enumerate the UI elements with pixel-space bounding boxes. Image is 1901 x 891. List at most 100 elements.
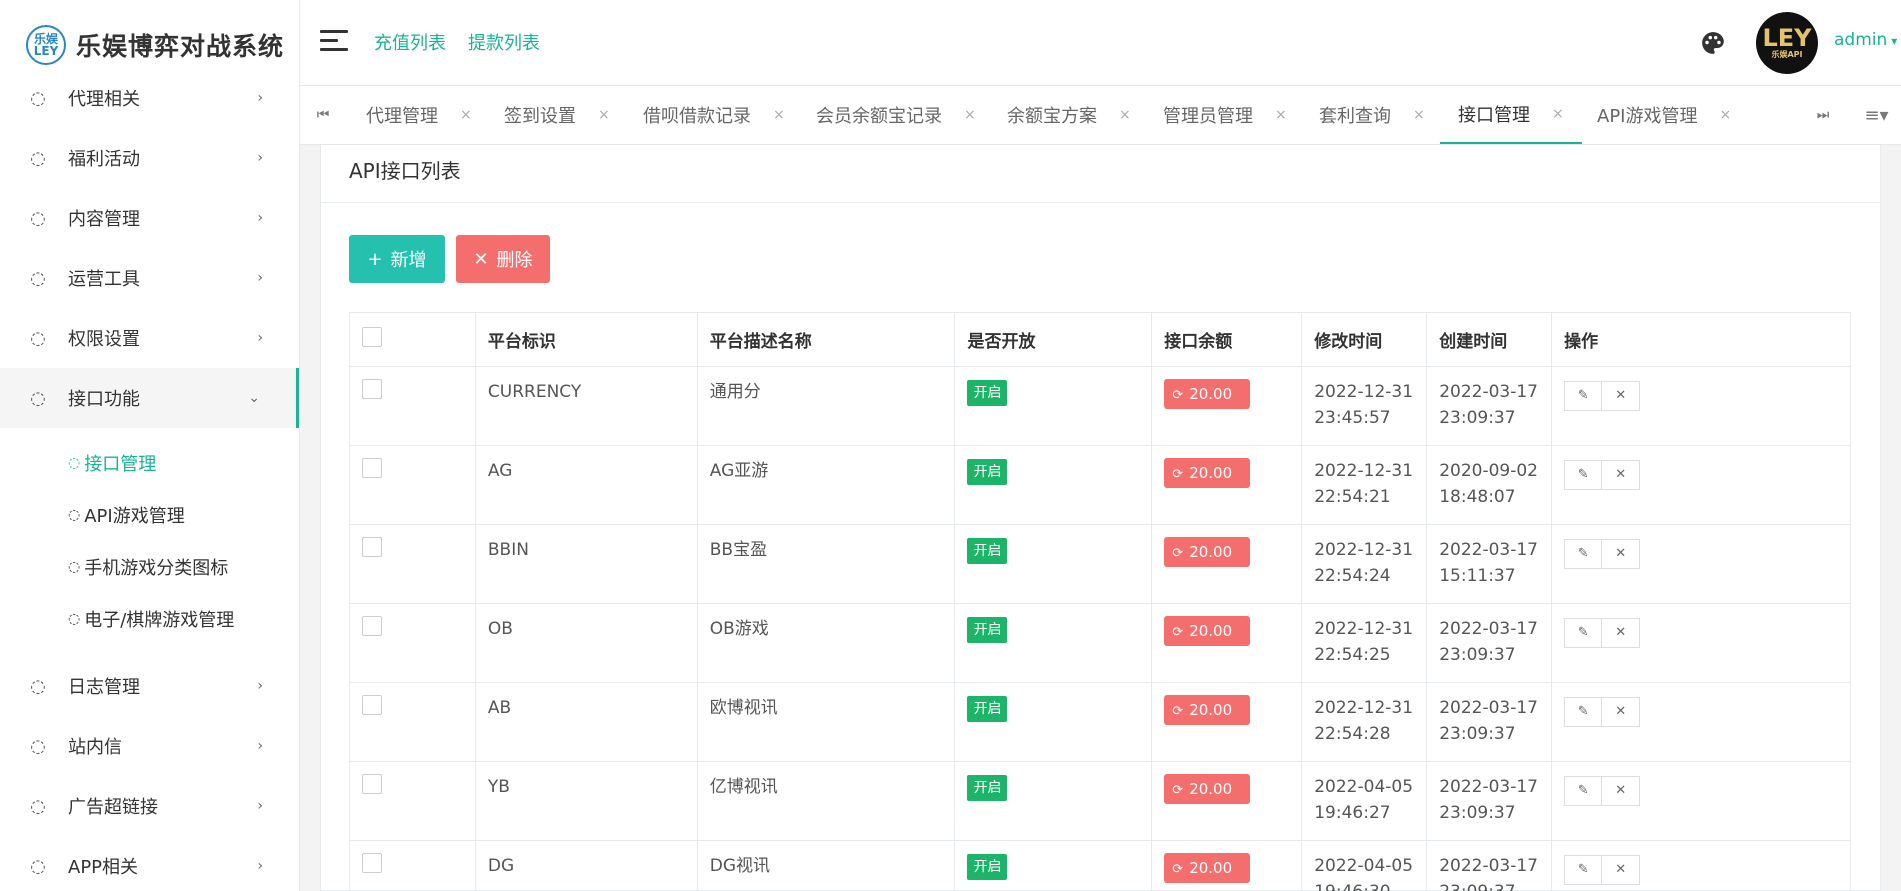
sidebar-item-content[interactable]: ◌ 内容管理 › <box>0 188 299 248</box>
brand[interactable]: 乐娱 LEY 乐娱博弈对战系统 <box>0 0 299 90</box>
sidebar-item-ops[interactable]: ◌ 运营工具 › <box>0 248 299 308</box>
sidebar-item-ad-links[interactable]: ◌ 广告超链接 › <box>0 776 299 836</box>
refresh-icon: ⟳ <box>1172 862 1184 877</box>
tab-signin-settings[interactable]: 签到设置 × <box>486 86 628 144</box>
tabs-menu-icon[interactable]: ≡▾ <box>1852 86 1901 144</box>
status-badge[interactable]: 开启 <box>967 696 1008 722</box>
close-icon[interactable]: ✕ <box>1602 381 1641 411</box>
tab-agent-management[interactable]: 代理管理 × <box>348 86 490 144</box>
sidebar-item-label: 权限设置 <box>68 329 140 350</box>
tab-admin-management[interactable]: 管理员管理 × <box>1145 86 1305 144</box>
close-icon[interactable]: ✕ <box>1602 776 1641 806</box>
close-icon[interactable]: × <box>598 107 610 123</box>
pencil-icon[interactable]: ✎ <box>1564 776 1603 806</box>
sidebar-subitem-api-management[interactable]: ◌ 接口管理 <box>0 437 299 489</box>
panel-title: API接口列表 <box>349 159 461 183</box>
close-icon[interactable]: × <box>773 107 785 123</box>
row-checkbox[interactable] <box>362 379 382 399</box>
delete-button[interactable]: ✕ 删除 <box>456 235 550 283</box>
select-all-checkbox[interactable] <box>362 327 382 347</box>
sidebar-item-logs[interactable]: ◌ 日志管理 › <box>0 656 299 716</box>
pencil-icon[interactable]: ✎ <box>1564 381 1603 411</box>
close-icon[interactable]: ✕ <box>1602 618 1641 648</box>
balance-button[interactable]: ⟳ 20.00 <box>1164 537 1251 567</box>
sidebar-item-welfare[interactable]: ◌ 福利活动 › <box>0 128 299 188</box>
sidebar-item-label: 广告超链接 <box>68 797 158 818</box>
modified-time-text: 22:54:21 <box>1314 487 1391 507</box>
balance-button[interactable]: ⟳ 20.00 <box>1164 616 1251 646</box>
close-icon[interactable]: ✕ <box>1602 539 1641 569</box>
row-checkbox[interactable] <box>362 458 382 478</box>
tab-balance-plans[interactable]: 余额宝方案 × <box>989 86 1149 144</box>
created-date-text: 2020-09-02 <box>1439 461 1538 481</box>
row-checkbox[interactable] <box>362 774 382 794</box>
close-icon[interactable]: ✕ <box>1602 460 1641 490</box>
column-header[interactable]: 平台描述名称 <box>696 312 956 367</box>
sidebar-item-label: 接口功能 <box>68 389 140 410</box>
pencil-icon[interactable]: ✎ <box>1564 618 1603 648</box>
sidebar: 乐娱 LEY 乐娱博弈对战系统 ◌ 代理相关 › ◌ 福利活动 › ◌ 内容管理… <box>0 0 300 891</box>
created-date-text: 2022-03-17 <box>1439 856 1538 876</box>
select-all-cell <box>349 312 476 367</box>
status-badge[interactable]: 开启 <box>967 617 1008 643</box>
close-icon[interactable]: × <box>964 107 976 123</box>
tab-api-management[interactable]: 接口管理 × <box>1440 86 1582 144</box>
status-badge[interactable]: 开启 <box>967 380 1008 406</box>
withdraw-list-link[interactable]: 提款列表 <box>468 29 540 55</box>
close-icon[interactable]: × <box>1275 107 1287 123</box>
pencil-icon[interactable]: ✎ <box>1564 855 1603 885</box>
created-time: 2022-03-17 23:09:37 <box>1426 603 1553 683</box>
tab-member-balance-records[interactable]: 会员余额宝记录 × <box>798 86 994 144</box>
add-button[interactable]: + 新增 <box>349 235 445 283</box>
column-header[interactable]: 平台标识 <box>474 312 698 367</box>
close-icon[interactable]: ✕ <box>1602 697 1641 727</box>
user-menu[interactable]: admin ▾ <box>1834 30 1897 50</box>
sidebar-item-permissions[interactable]: ◌ 权限设置 › <box>0 308 299 368</box>
tab-api-games[interactable]: API游戏管理 × <box>1579 86 1749 144</box>
sidebar-item-app[interactable]: ◌ APP相关 › <box>0 836 299 891</box>
close-icon[interactable]: × <box>1552 106 1564 122</box>
tabs-scroll-left-icon[interactable]: ⏮ <box>300 86 346 144</box>
balance-button[interactable]: ⟳ 20.00 <box>1164 853 1251 883</box>
sidebar-subitem-mobile-icons[interactable]: ◌ 手机游戏分类图标 <box>0 541 299 593</box>
balance-button[interactable]: ⟳ 20.00 <box>1164 379 1251 409</box>
balance-button[interactable]: ⟳ 20.00 <box>1164 774 1251 804</box>
row-checkbox[interactable] <box>362 695 382 715</box>
status-badge[interactable]: 开启 <box>967 775 1008 801</box>
column-header[interactable]: 接口余额 <box>1151 312 1303 367</box>
modified-time: 2022-12-31 22:54:28 <box>1301 682 1428 762</box>
close-icon[interactable]: ✕ <box>1602 855 1641 885</box>
row-checkbox[interactable] <box>362 537 382 557</box>
sidebar-item-messages[interactable]: ◌ 站内信 › <box>0 716 299 776</box>
sidebar-subitem-api-games[interactable]: ◌ API游戏管理 <box>0 489 299 541</box>
close-icon[interactable]: × <box>1719 107 1731 123</box>
avatar[interactable]: LEY 乐娱API <box>1756 12 1818 74</box>
pencil-icon[interactable]: ✎ <box>1564 697 1603 727</box>
column-header[interactable]: 修改时间 <box>1301 312 1428 367</box>
tab-loan-records[interactable]: 借呗借款记录 × <box>625 86 803 144</box>
close-icon[interactable]: × <box>1119 107 1131 123</box>
recharge-list-link[interactable]: 充值列表 <box>374 29 446 55</box>
status-badge[interactable]: 开启 <box>967 538 1008 564</box>
column-header[interactable]: 创建时间 <box>1426 312 1553 367</box>
pencil-icon[interactable]: ✎ <box>1564 539 1603 569</box>
row-checkbox[interactable] <box>362 616 382 636</box>
pencil-icon[interactable]: ✎ <box>1564 460 1603 490</box>
hamburger-icon[interactable] <box>320 30 348 52</box>
divider <box>321 202 1880 203</box>
balance-button[interactable]: ⟳ 20.00 <box>1164 695 1251 725</box>
tab-arbitrage-query[interactable]: 套利查询 × <box>1301 86 1443 144</box>
status-badge[interactable]: 开启 <box>967 854 1008 880</box>
column-header[interactable]: 是否开放 <box>954 312 1153 367</box>
close-icon[interactable]: × <box>460 107 472 123</box>
sidebar-item-api[interactable]: ◌ 接口功能 ⌄ <box>0 368 299 428</box>
balance-button[interactable]: ⟳ 20.00 <box>1164 458 1251 488</box>
status-badge[interactable]: 开启 <box>967 459 1008 485</box>
sidebar-subitem-slot-games[interactable]: ◌ 电子/棋牌游戏管理 <box>0 593 299 645</box>
row-checkbox[interactable] <box>362 853 382 873</box>
palette-icon[interactable] <box>1700 30 1726 56</box>
tabs-scroll-right-icon[interactable]: ⏭ <box>1800 86 1846 144</box>
close-icon[interactable]: × <box>1413 107 1425 123</box>
platform-name: AG亚游 <box>696 445 956 525</box>
created-date-text: 2022-03-17 <box>1439 619 1538 639</box>
